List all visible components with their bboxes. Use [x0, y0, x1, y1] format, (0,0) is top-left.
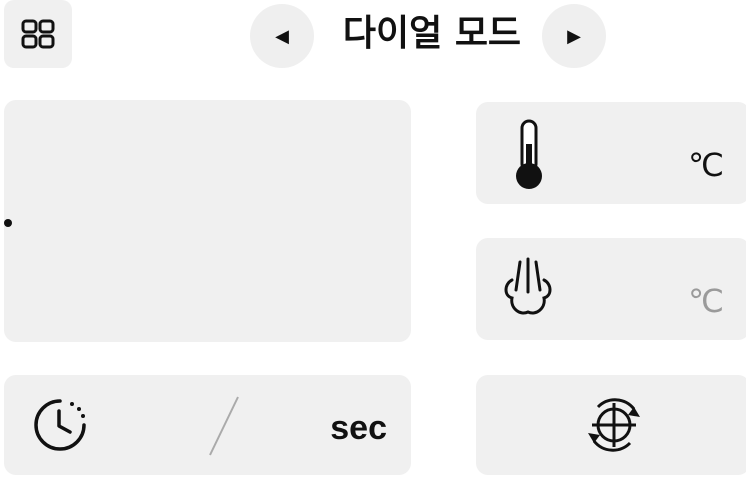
steam-unit: ℃ [688, 283, 724, 319]
timer-unit: sec [330, 409, 387, 447]
dial-handle[interactable] [4, 219, 12, 227]
steam-card[interactable]: ℃ [476, 238, 746, 340]
chevron-right-icon: ▶ [567, 25, 581, 47]
timer-icon [34, 399, 86, 451]
page-title: 다이얼 모드 [342, 13, 522, 54]
chevron-left-icon: ◀ [275, 25, 289, 47]
prev-mode-button[interactable]: ◀ [250, 4, 314, 68]
grid-icon [21, 19, 55, 49]
temperature-unit: ℃ [688, 147, 724, 183]
target-rotate-icon [588, 398, 640, 452]
menu-button[interactable] [4, 0, 72, 68]
temperature-card[interactable]: ℃ [476, 102, 746, 204]
thermometer-icon [516, 119, 542, 189]
steam-icon [504, 257, 552, 315]
dial-panel[interactable] [4, 100, 411, 342]
time-divider [209, 396, 239, 456]
next-mode-button[interactable]: ▶ [542, 4, 606, 68]
target-card[interactable] [476, 375, 746, 475]
timer-card[interactable]: sec [4, 375, 411, 475]
